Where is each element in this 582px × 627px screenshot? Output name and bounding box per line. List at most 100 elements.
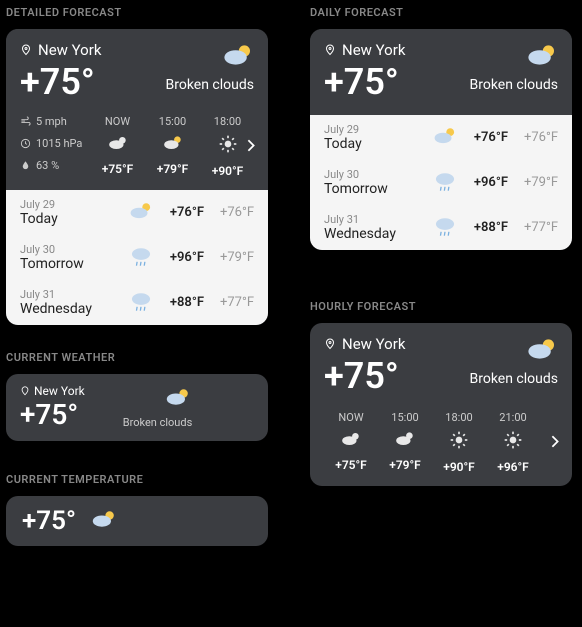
daily-row[interactable]: July 30Tomorrow +96°F +79°F xyxy=(310,160,572,205)
current-temp-card: +75° xyxy=(6,496,268,546)
hour-label: 18:00 xyxy=(445,411,472,424)
cloud-sun-icon xyxy=(162,134,184,156)
daily-lo: +76°F xyxy=(514,130,558,145)
hour-label: 15:00 xyxy=(159,115,186,128)
location-row: New York xyxy=(324,41,405,59)
cloud-sun-icon xyxy=(164,386,192,412)
daily-hi: +96°F xyxy=(464,175,508,190)
daily-date: July 31 xyxy=(324,213,426,226)
hour-label: NOW xyxy=(105,115,130,128)
daily-hi: +96°F xyxy=(160,250,204,265)
hour-temp: +96°F xyxy=(497,460,529,474)
daily-day: Wednesday xyxy=(20,301,122,317)
sun-icon xyxy=(503,430,523,454)
location-name: New York xyxy=(342,41,405,59)
daily-day: Today xyxy=(20,211,122,227)
daily-date: July 31 xyxy=(20,288,122,301)
current-temperature: +75° xyxy=(20,61,101,103)
daily-row[interactable]: July 30Tomorrow +96°F +79°F xyxy=(6,235,268,280)
daily-row[interactable]: July 31Wednesday +88°F +77°F xyxy=(6,280,268,325)
hour-temp: +90°F xyxy=(212,164,244,178)
cloud-sun-icon xyxy=(90,508,118,534)
section-title-temp: CURRENT TEMPERATURE xyxy=(6,473,268,486)
hourly-forecast-card: New York +75° Broken clouds NOW xyxy=(310,323,572,486)
location-name: New York xyxy=(34,384,85,398)
cloud-sun-icon xyxy=(526,43,558,71)
rain-icon xyxy=(128,245,154,271)
daily-row[interactable]: July 29Today +76°F +76°F xyxy=(6,190,268,235)
location-pin-icon xyxy=(20,386,30,396)
condition-text: Broken clouds xyxy=(123,416,193,429)
hour-label: NOW xyxy=(338,411,363,424)
location-row: New York xyxy=(20,384,85,398)
current-weather-card: New York +75° Broken clouds xyxy=(6,374,268,441)
location-name: New York xyxy=(342,335,405,353)
rain-icon xyxy=(128,290,154,316)
sun-icon xyxy=(218,134,238,158)
condition-text: Broken clouds xyxy=(470,77,558,93)
daily-lo: +79°F xyxy=(514,175,558,190)
daily-lo: +79°F xyxy=(210,250,254,265)
location-pin-icon xyxy=(20,44,32,56)
rain-icon xyxy=(432,170,458,196)
detailed-forecast-card: New York +75° Broken clouds 5 mph 1015 h… xyxy=(6,29,268,325)
rain-icon xyxy=(432,215,458,241)
wind-icon xyxy=(20,116,31,127)
condition-text: Broken clouds xyxy=(166,77,254,93)
daily-lo: +77°F xyxy=(514,220,558,235)
section-title-detailed: DETAILED FORECAST xyxy=(6,6,268,19)
humidity-icon xyxy=(20,160,31,171)
daily-day: Wednesday xyxy=(324,226,426,242)
daily-list: July 29Today +76°F +76°F July 30Tomorrow… xyxy=(310,115,572,250)
hour-label: 21:00 xyxy=(499,411,526,424)
hour-label: 15:00 xyxy=(391,411,418,424)
chevron-right-icon[interactable] xyxy=(246,137,256,156)
daily-date: July 30 xyxy=(324,168,426,181)
daily-date: July 29 xyxy=(324,123,426,136)
section-title-hourly: HOURLY FORECAST xyxy=(310,300,572,313)
pressure-icon xyxy=(20,138,31,149)
location-pin-icon xyxy=(324,338,336,350)
hour-temp: +79°F xyxy=(389,458,421,472)
cloud-sun-icon xyxy=(394,430,416,452)
hourly-strip-detailed[interactable]: NOW +75°F 15:00 +79°F 18:00 +90°F xyxy=(90,115,254,178)
daily-hi: +88°F xyxy=(464,220,508,235)
daily-list: July 29Today +76°F +76°F July 30Tomorrow… xyxy=(6,190,268,325)
hour-label: 18:00 xyxy=(214,115,241,128)
section-title-current: CURRENT WEATHER xyxy=(6,351,268,364)
daily-hi: +76°F xyxy=(464,130,508,145)
cloud-moon-icon xyxy=(340,430,362,452)
daily-date: July 30 xyxy=(20,243,122,256)
daily-day: Tomorrow xyxy=(20,256,122,272)
stats-column: 5 mph 1015 hPa 63 % xyxy=(20,115,84,178)
cloud-sun-icon xyxy=(432,126,458,150)
hour-temp: +90°F xyxy=(443,460,475,474)
daily-row[interactable]: July 31Wednesday +88°F +77°F xyxy=(310,205,572,250)
pressure-value: 1015 hPa xyxy=(36,137,82,150)
hour-temp: +79°F xyxy=(157,162,189,176)
daily-row[interactable]: July 29Today +76°F +76°F xyxy=(310,115,572,160)
daily-day: Today xyxy=(324,136,426,152)
daily-forecast-card: New York +75° Broken clouds July 29Today… xyxy=(310,29,572,250)
daily-hi: +88°F xyxy=(160,295,204,310)
cloud-sun-icon xyxy=(128,201,154,225)
cloud-sun-icon xyxy=(222,43,254,71)
location-pin-icon xyxy=(324,44,336,56)
daily-hi: +76°F xyxy=(160,205,204,220)
hour-temp: +75°F xyxy=(102,162,134,176)
section-title-daily: DAILY FORECAST xyxy=(310,6,572,19)
daily-lo: +76°F xyxy=(210,205,254,220)
sun-icon xyxy=(449,430,469,454)
cloud-sun-icon xyxy=(526,337,558,365)
humidity-value: 63 % xyxy=(36,159,59,172)
cloud-moon-icon xyxy=(107,134,129,156)
current-temperature: +75° xyxy=(22,506,76,536)
location-row: New York xyxy=(324,335,405,353)
hour-temp: +75°F xyxy=(335,458,367,472)
wind-value: 5 mph xyxy=(36,115,67,128)
chevron-right-icon[interactable] xyxy=(550,433,560,452)
daily-date: July 29 xyxy=(20,198,122,211)
hourly-strip-full[interactable]: NOW +75°F 15:00 +79°F 18:00 +90°F xyxy=(324,411,558,474)
current-temperature: +75° xyxy=(324,61,405,103)
current-temperature: +75° xyxy=(20,398,85,431)
